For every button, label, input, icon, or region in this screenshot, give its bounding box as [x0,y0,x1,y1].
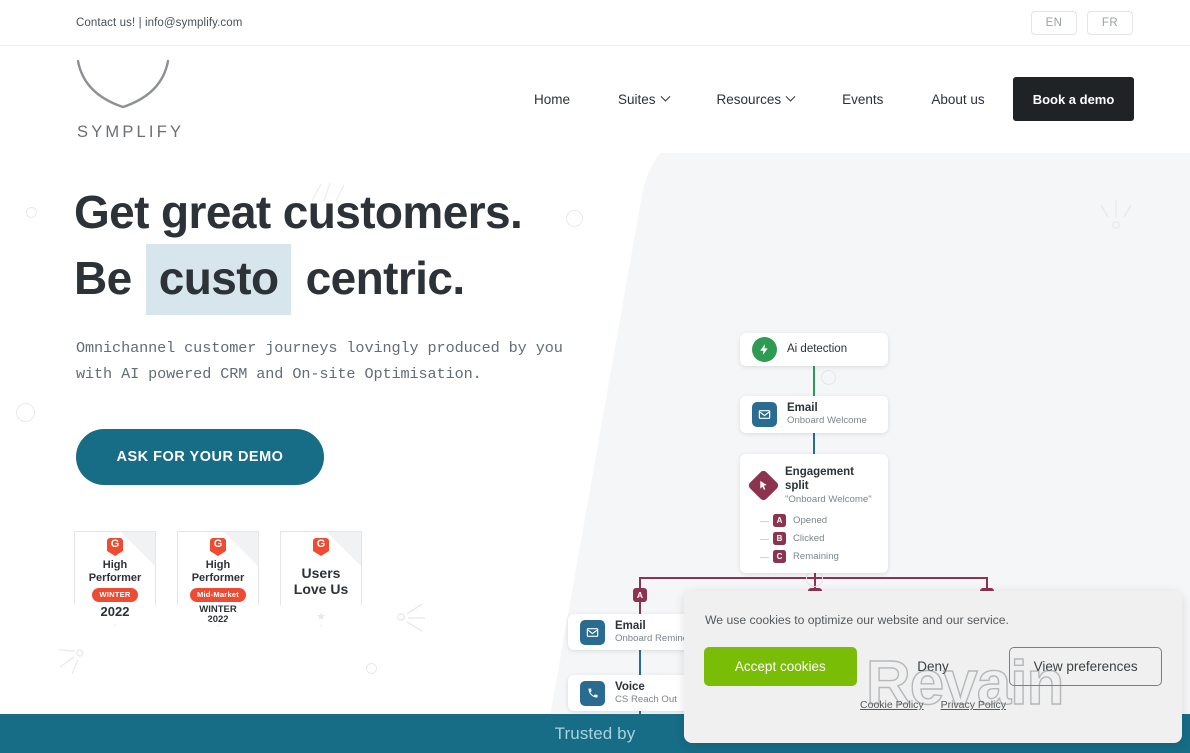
chevron-down-icon [660,91,670,102]
site-header: SYMPLIFY Home Suites Resources Events Ab… [0,46,1190,153]
chevron-down-icon [785,91,796,102]
option-label-c: Remaining [793,551,839,563]
flow-node-text: Ai detection [787,342,847,356]
option-chip-c: C [773,550,786,564]
flow-node-engagement-split[interactable]: Engagement split "Onboard Welcome" A Ope… [740,454,888,574]
book-a-demo-button[interactable]: Book a demo [1013,77,1134,121]
logo-wordmark: SYMPLIFY [77,123,185,141]
branch-chip-a: A [633,588,647,602]
flow-connector [640,577,988,579]
cookie-consent-banner: We use cookies to optimize our website a… [684,591,1182,743]
flow-node-title: Ai detection [787,343,848,356]
cookie-policy-link[interactable]: Cookie Policy [860,699,924,711]
nav-label-resources: Resources [716,92,782,107]
option-chip-b: B [773,532,786,546]
accept-cookies-button[interactable]: Accept cookies [704,647,857,686]
option-label-b: Clicked [793,533,825,545]
flow-node-email-onboard-welcome[interactable]: Email Onboard Welcome [740,396,888,433]
option-label-a: Opened [793,515,828,527]
logo-swoosh-icon [74,58,172,121]
flow-connector [639,601,641,615]
trusted-by-label: Trusted by [554,723,636,743]
flow-node-subtitle: Onboard Welcome [787,415,867,427]
view-preferences-button[interactable]: View preferences [1009,647,1162,686]
nav-item-home[interactable]: Home [520,92,594,107]
flow-node-title: Engagement split [785,466,855,493]
cookie-policy-links: Cookie Policy Privacy Policy [684,699,1182,711]
flow-node-title: Email [787,402,818,415]
split-option-b[interactable]: B Clicked [760,532,876,546]
envelope-icon [752,402,777,427]
envelope-icon [580,619,605,645]
split-option-c[interactable]: C Remaining [760,550,876,564]
flow-node-text: Voice CS Reach Out [615,680,677,707]
flow-node-subtitle: "Onboard Welcome" [785,493,872,505]
cookie-actions: Accept cookies Deny View preferences [704,647,1162,686]
decorative-circle-icon [821,370,836,385]
flow-connector [813,432,815,454]
cursor-diamond-icon [747,469,780,502]
flow-node-subtitle: CS Reach Out [615,693,677,705]
lang-button-fr[interactable]: FR [1087,11,1133,35]
top-utility-bar: Contact us! | info@symplify.com EN FR [0,0,1190,46]
engagement-split-text: Engagement split "Onboard Welcome" [785,465,876,506]
cookie-message: We use cookies to optimize our website a… [705,613,1009,627]
nav-label-events: Events [842,92,884,107]
privacy-policy-link[interactable]: Privacy Policy [941,699,1006,711]
language-switcher: EN FR [1031,11,1133,35]
bolt-icon [752,337,777,362]
engagement-split-options: A Opened B Clicked C Remaining [760,514,876,564]
phone-icon [580,680,605,706]
nav-item-about-us[interactable]: About us [907,92,1008,107]
flow-node-text: Email Onboard Welcome [787,401,867,428]
nav-item-suites[interactable]: Suites [594,91,693,107]
contact-info: Contact us! | info@symplify.com [76,17,243,29]
lang-button-en[interactable]: EN [1031,11,1077,35]
logo[interactable]: SYMPLIFY [74,58,185,142]
nav-label-home: Home [534,92,571,107]
page-root: Contact us! | info@symplify.com EN FR SY… [0,0,1190,753]
nav-label-suites: Suites [618,92,656,107]
deny-cookies-button[interactable]: Deny [857,647,1010,686]
flow-node-ai-detection[interactable]: Ai detection [740,333,888,366]
flow-connector [639,649,641,675]
flow-connector [813,365,815,397]
engagement-split-header: Engagement split "Onboard Welcome" [747,465,876,506]
flow-node-title: Voice [615,680,645,693]
option-chip-a: A [773,514,786,528]
nav-label-about-us: About us [931,92,985,107]
main-navigation: Home Suites Resources Events About us [520,46,1009,153]
split-option-a[interactable]: A Opened [760,514,876,528]
nav-item-events[interactable]: Events [818,92,907,107]
nav-item-resources[interactable]: Resources [693,91,819,107]
